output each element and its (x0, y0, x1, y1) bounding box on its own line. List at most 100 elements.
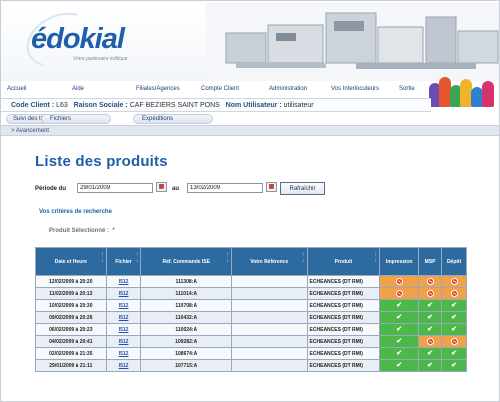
cell-product: ECHEANCES (DT RMI) (307, 288, 380, 299)
status-impression (380, 288, 419, 299)
calendar-icon[interactable]: ▦ (266, 182, 277, 192)
col-date-header[interactable]: Date et Heure ↑ ↓ (36, 248, 106, 275)
cell-date: 09/02/2009 à 20:26 (36, 312, 106, 323)
cell-file[interactable]: I512 (106, 336, 141, 347)
sort-icon[interactable]: ↑ ↓ (374, 252, 377, 264)
cell-order-ref: 110024:A (141, 324, 231, 335)
forbidden-icon (395, 278, 403, 285)
selected-product-value: * (112, 228, 115, 234)
menu-item-administration[interactable]: Administration (269, 86, 307, 92)
cell-file[interactable]: I512 (106, 312, 141, 323)
cell-product: ECHEANCES (DT RMI) (307, 324, 380, 335)
status-msp: ✔ (419, 300, 442, 311)
table-row: 12/02/2009 à 20:20 I512 111308:A ECHEANCES … (36, 276, 466, 287)
status-depot: ✔ (442, 348, 466, 359)
check-icon: ✔ (396, 302, 403, 309)
cell-product: ECHEANCES (DT RMI) (307, 336, 380, 347)
people-illustration (427, 73, 499, 107)
forbidden-icon (426, 278, 434, 285)
table-row: 02/02/2009 à 21:35 I512 108674:A ECHEANCES … (36, 348, 466, 359)
col-product-header[interactable]: Produit ↑ ↓ (307, 248, 380, 275)
status-impression: ✔ (380, 336, 419, 347)
selected-product-label: Produit Sélectionné : (49, 228, 110, 234)
status-msp: ✔ (419, 324, 442, 335)
forbidden-icon (450, 290, 458, 297)
cell-product: ECHEANCES (DT RMI) (307, 360, 380, 371)
forbidden-icon (395, 290, 403, 297)
client-info-bar: Code Client : L63 Raison Sociale : CAF B… (1, 98, 431, 112)
menu-item-sortie[interactable]: Sortie (399, 86, 415, 92)
table-row: 29/01/2009 à 21:11 I512 107715:A ECHEANCES … (36, 360, 466, 371)
tab-expeditions[interactable]: Expéditions (133, 114, 213, 124)
cell-date: 02/02/2009 à 21:35 (36, 348, 106, 359)
menu-item-accueil[interactable]: Accueil (7, 86, 26, 92)
cell-your-ref (231, 360, 307, 371)
cell-product: ECHEANCES (DT RMI) (307, 312, 380, 323)
table-row: 09/02/2009 à 20:26 I512 110432:A ECHEANCES … (36, 312, 466, 323)
cell-file[interactable]: I512 (106, 288, 141, 299)
col-impression-header: Impression (380, 248, 419, 275)
forbidden-icon (426, 338, 434, 345)
status-impression: ✔ (380, 312, 419, 323)
table-body: 12/02/2009 à 20:20 I512 111308:A ECHEANCES … (36, 276, 466, 371)
check-icon: ✔ (396, 338, 403, 345)
cell-order-ref: 111014:A (141, 288, 231, 299)
cell-order-ref: 110432:A (141, 312, 231, 323)
company-value: CAF BEZIERS SAINT PONS (129, 102, 220, 109)
header-banner: édokial Votre partenaire éditique (1, 1, 499, 107)
col-order-ref-header[interactable]: Réf. Commande ISE ↑ ↓ (141, 248, 231, 275)
status-msp: ✔ (419, 360, 442, 371)
forbidden-icon (450, 338, 458, 345)
col-your-ref-header[interactable]: Votre Référence ↑ ↓ (231, 248, 307, 275)
cell-your-ref (231, 300, 307, 311)
refresh-button[interactable]: Rafraîchir (280, 182, 325, 195)
products-table: Date et Heure ↑ ↓ Fichier ↑ ↓ Réf. Commande … (35, 247, 467, 372)
search-criteria-link[interactable]: Vos critères de recherche (39, 209, 112, 215)
sort-icon[interactable]: ↑ ↓ (226, 252, 229, 264)
menu-item-compte-client[interactable]: Compte Client (201, 86, 239, 92)
status-depot: ✔ (442, 324, 466, 335)
sub-navigation: Suivi des travaux Fichiers Expéditions (1, 113, 499, 125)
date-from-input[interactable] (77, 183, 153, 193)
status-depot (442, 276, 466, 287)
cell-order-ref: 108674:A (141, 348, 231, 359)
cell-date: 29/01/2009 à 21:11 (36, 360, 106, 371)
cell-file[interactable]: I512 (106, 360, 141, 371)
client-code-value: L63 (56, 102, 68, 109)
cell-file[interactable]: I512 (106, 300, 141, 311)
cell-file[interactable]: I512 (106, 276, 141, 287)
check-icon: ✔ (396, 350, 403, 357)
menu-item-interlocuteurs[interactable]: Vos Interlocuteurs (331, 86, 379, 92)
status-msp (419, 336, 442, 347)
company-label: Raison Sociale : (73, 102, 128, 109)
status-impression (380, 276, 419, 287)
main-menu: Accueil Aide Filiales/Agences Compte Cli… (1, 85, 431, 97)
tab-fichiers[interactable]: Fichiers (41, 114, 111, 124)
col-depot-header: Dépôt (442, 248, 466, 275)
selected-product: Produit Sélectionné : * (49, 228, 115, 234)
sort-icon[interactable]: ↑ ↓ (135, 252, 138, 264)
cell-date: 11/02/2009 à 20:13 (36, 288, 106, 299)
calendar-icon[interactable]: ▦ (156, 182, 167, 192)
user-label: Nom Utilisateur : (225, 102, 282, 109)
status-msp: ✔ (419, 348, 442, 359)
cell-your-ref (231, 288, 307, 299)
col-file-header[interactable]: Fichier ↑ ↓ (106, 248, 141, 275)
cell-your-ref (231, 312, 307, 323)
status-depot (442, 336, 466, 347)
menu-item-filiales[interactable]: Filiales/Agences (136, 86, 180, 92)
cell-product: ECHEANCES (DT RMI) (307, 300, 380, 311)
sort-icon[interactable]: ↑ ↓ (302, 252, 305, 264)
breadcrumb: > Avancement (1, 125, 499, 136)
menu-item-aide[interactable]: Aide (72, 86, 84, 92)
logo: édokial (17, 2, 125, 78)
date-to-input[interactable] (187, 183, 263, 193)
cell-file[interactable]: I512 (106, 348, 141, 359)
sort-icon[interactable]: ↑ ↓ (101, 252, 104, 264)
check-icon: ✔ (451, 362, 457, 369)
status-msp (419, 276, 442, 287)
cell-file[interactable]: I512 (106, 324, 141, 335)
status-depot: ✔ (442, 300, 466, 311)
cell-product: ECHEANCES (DT RMI) (307, 276, 380, 287)
forbidden-icon (450, 278, 458, 285)
